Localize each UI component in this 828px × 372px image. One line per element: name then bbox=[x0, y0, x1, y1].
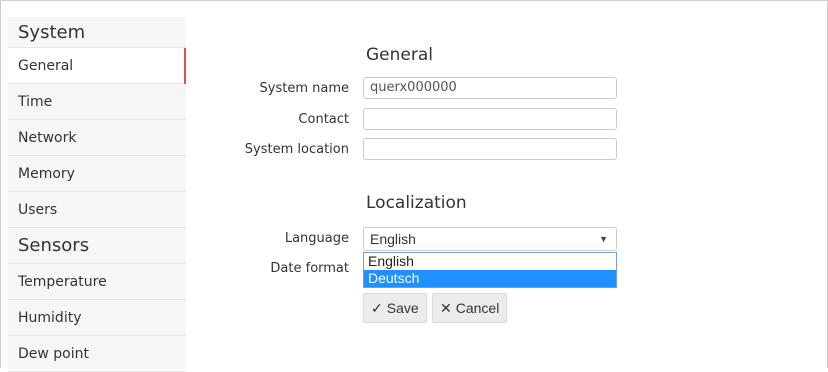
system-location-label: System location bbox=[244, 142, 349, 157]
language-selected-value: English bbox=[370, 231, 416, 247]
date-format-label: Date format bbox=[270, 261, 349, 276]
contact-label: Contact bbox=[298, 112, 349, 127]
language-label: Language bbox=[284, 231, 349, 246]
language-option-english[interactable]: English bbox=[364, 253, 616, 270]
general-section-title: General bbox=[366, 45, 433, 65]
sidebar-item-humidity[interactable]: Humidity bbox=[8, 300, 186, 336]
system-name-input[interactable]: querx000000 bbox=[363, 77, 617, 99]
contact-input[interactable] bbox=[363, 108, 617, 130]
language-select[interactable]: English ▼ bbox=[363, 227, 617, 251]
sidebar-item-dew-point[interactable]: Dew point bbox=[8, 336, 186, 372]
close-icon: ✕ bbox=[440, 300, 452, 316]
sidebar-item-network[interactable]: Network bbox=[8, 120, 186, 156]
localization-section-title: Localization bbox=[366, 193, 467, 213]
cancel-button-label: Cancel bbox=[455, 300, 500, 316]
cancel-button[interactable]: ✕ Cancel bbox=[432, 293, 508, 323]
language-option-deutsch[interactable]: Deutsch bbox=[364, 270, 616, 287]
sidebar-item-time[interactable]: Time bbox=[8, 84, 186, 120]
save-button[interactable]: ✓ Save bbox=[363, 293, 427, 323]
language-dropdown-list: English Deutsch bbox=[363, 252, 617, 288]
save-button-label: Save bbox=[386, 300, 419, 316]
sidebar-item-users[interactable]: Users bbox=[8, 192, 186, 228]
sidebar-header-sensors: Sensors bbox=[8, 228, 186, 264]
sidebar-item-temperature[interactable]: Temperature bbox=[8, 264, 186, 300]
sidebar-header-system: System bbox=[8, 17, 186, 48]
sidebar: System General Time Network Memory Users… bbox=[8, 17, 186, 372]
dropdown-arrow-icon: ▼ bbox=[599, 234, 608, 244]
system-name-label: System name bbox=[259, 81, 349, 96]
sidebar-item-general[interactable]: General bbox=[8, 48, 186, 84]
checkmark-icon: ✓ bbox=[371, 300, 383, 316]
system-location-input[interactable] bbox=[363, 138, 617, 160]
sidebar-item-memory[interactable]: Memory bbox=[8, 156, 186, 192]
